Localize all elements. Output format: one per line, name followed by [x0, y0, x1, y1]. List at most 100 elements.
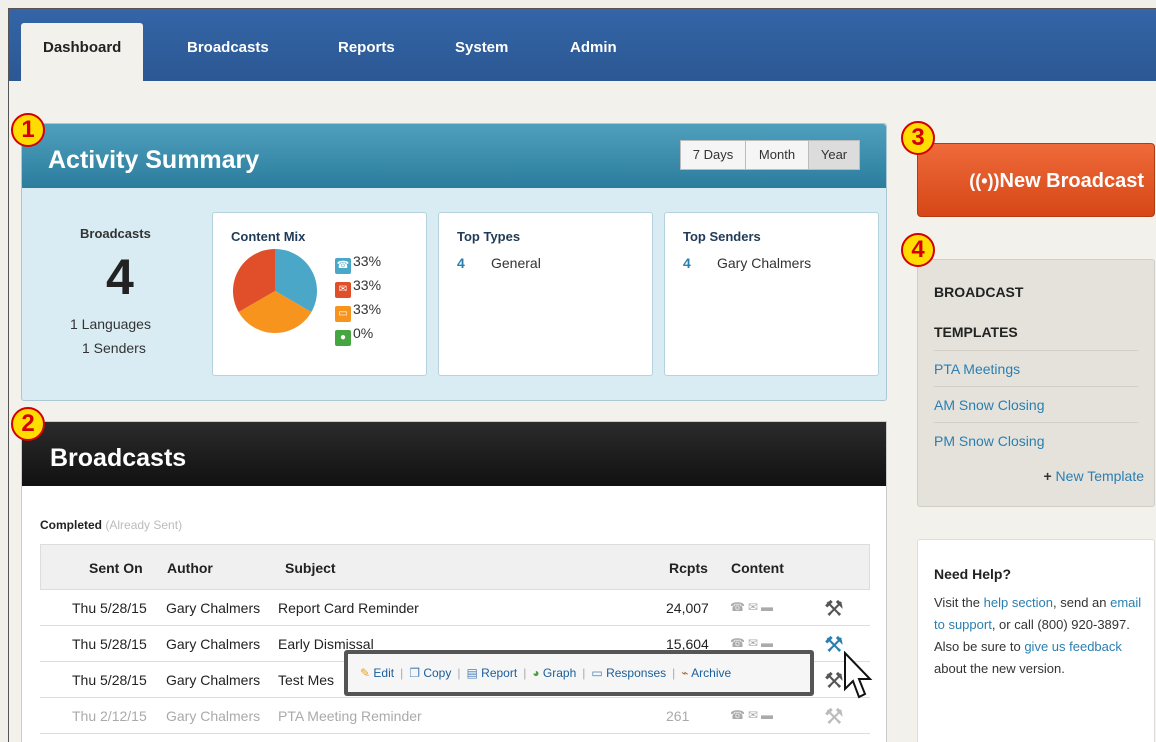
graph-action[interactable]: ◕ Graph: [532, 666, 576, 680]
row-actions-inner: ✎ Edit | ❐ Copy | ▤ Report | ◕ Graph | ▭ Res…: [348, 654, 810, 692]
content-icons: ☎✉▬: [730, 708, 777, 722]
help-text: Visit the help section, send an email to…: [934, 595, 1142, 676]
copy-icon: ❐: [409, 666, 420, 680]
report-icon: ▤: [466, 666, 478, 680]
content-mix-pie: [233, 249, 317, 333]
broadcasts-title: Broadcasts: [50, 444, 187, 472]
tab-broadcasts[interactable]: Broadcasts: [187, 39, 269, 56]
broadcasts-stat-label: Broadcasts: [80, 226, 151, 241]
top-senders-card: Top Senders 4 Gary Chalmers: [664, 212, 879, 376]
plus-icon: +: [1043, 468, 1052, 484]
new-broadcast-button[interactable]: ((•))New Broadcast: [917, 143, 1155, 217]
table-row[interactable]: Thu 5/28/15 Gary Chalmers Report Card Re…: [40, 590, 870, 626]
legend-sms: ▭ 33%: [335, 301, 381, 322]
tab-system[interactable]: System: [455, 39, 508, 56]
col-author[interactable]: Author: [167, 560, 213, 576]
languages-count: 1 Languages: [70, 316, 151, 332]
tab-dashboard[interactable]: Dashboard: [21, 23, 144, 81]
broadcasts-count: 4: [106, 249, 134, 305]
help-title: Need Help?: [934, 566, 1012, 582]
template-link[interactable]: PM Snow Closing: [934, 422, 1138, 458]
feedback-link[interactable]: give us feedback: [1024, 639, 1122, 654]
legend-email: ✉ 33%: [335, 277, 381, 298]
templates-heading-line1: BROADCAST: [934, 284, 1024, 300]
new-template-link[interactable]: + New Template: [1043, 468, 1144, 484]
tab-admin[interactable]: Admin: [570, 39, 617, 56]
cell-subject: PTA Meeting Reminder: [278, 708, 422, 724]
broadcast-signal-icon: ((•)): [969, 171, 1000, 191]
marker-1: 1: [11, 113, 45, 147]
content-icons: ☎✉▬: [730, 600, 777, 614]
top-senders-count: 4: [683, 255, 691, 271]
period-month-button[interactable]: Month: [745, 140, 809, 170]
wrench-icon[interactable]: ⚒: [824, 668, 844, 694]
help-section-link[interactable]: help section: [984, 595, 1053, 610]
speech-bubble-icon: ▭: [591, 666, 603, 680]
graph-icon: ◕: [532, 666, 540, 680]
cell-author: Gary Chalmers: [166, 672, 261, 688]
cell-subject: Test Mes: [278, 672, 335, 688]
cell-sent: Thu 2/12/15: [72, 708, 147, 724]
user-icon: ●: [335, 330, 351, 346]
content-mix-card: Content Mix ☎ 33% ✉ 33% ▭ 33% ● 0%: [212, 212, 427, 376]
cell-author: Gary Chalmers: [166, 708, 261, 724]
col-rcpts[interactable]: Rcpts: [669, 560, 708, 576]
broadcasts-table: Sent On Author Subject Rcpts Content Thu…: [40, 544, 870, 734]
period-7days-button[interactable]: 7 Days: [680, 140, 746, 170]
cell-sent: Thu 5/28/15: [72, 636, 147, 652]
wrench-icon[interactable]: ⚒: [824, 596, 844, 622]
wrench-icon[interactable]: ⚒: [824, 704, 844, 730]
marker-3: 3: [901, 121, 935, 155]
report-action[interactable]: ▤ Report: [466, 666, 517, 680]
table-header: Sent On Author Subject Rcpts Content: [40, 544, 870, 590]
activity-summary-panel: Activity Summary 7 Days Month Year Broad…: [21, 123, 887, 401]
top-senders-name: Gary Chalmers: [717, 255, 812, 271]
col-content[interactable]: Content: [731, 560, 784, 576]
legend-phone: ☎ 33%: [335, 253, 381, 274]
top-nav: Dashboard Broadcasts Reports System Admi…: [9, 9, 1156, 81]
content-icons: ☎✉▬: [730, 636, 777, 650]
archive-action[interactable]: ⌁ Archive: [681, 666, 731, 680]
cell-sent: Thu 5/28/15: [72, 600, 147, 616]
template-link[interactable]: AM Snow Closing: [934, 386, 1138, 422]
marker-2: 2: [11, 407, 45, 441]
email-icon: ✉: [335, 282, 351, 298]
sms-icon: ▭: [335, 306, 351, 322]
copy-action[interactable]: ❐ Copy: [409, 666, 451, 680]
edit-action[interactable]: ✎ Edit: [360, 666, 394, 680]
completed-label: Completed (Already Sent): [40, 518, 183, 532]
cell-author: Gary Chalmers: [166, 636, 261, 652]
col-sent-on[interactable]: Sent On: [89, 560, 143, 576]
tab-reports[interactable]: Reports: [338, 39, 395, 56]
mouse-cursor-icon: [844, 651, 873, 699]
cell-author: Gary Chalmers: [166, 600, 261, 616]
top-types-card: Top Types 4 General: [438, 212, 653, 376]
legend-user: ● 0%: [335, 325, 373, 346]
cell-rcpts: 261: [666, 708, 690, 724]
content-mix-title: Content Mix: [231, 229, 306, 244]
cell-subject: Report Card Reminder: [278, 600, 419, 616]
broom-icon: ⌁: [681, 666, 689, 680]
broadcast-templates-panel: BROADCAST TEMPLATES PTA Meetings AM Snow…: [917, 259, 1155, 507]
top-types-count: 4: [457, 255, 465, 271]
template-link[interactable]: PTA Meetings: [934, 350, 1138, 386]
cell-sent: Thu 5/28/15: [72, 672, 147, 688]
app-frame: Dashboard Broadcasts Reports System Admi…: [8, 8, 1156, 742]
col-subject[interactable]: Subject: [285, 560, 336, 576]
responses-action[interactable]: ▭ Responses: [591, 666, 666, 680]
templates-heading-line2: TEMPLATES: [934, 324, 1018, 340]
top-senders-title: Top Senders: [683, 229, 761, 244]
period-year-button[interactable]: Year: [808, 140, 860, 170]
top-types-name: General: [491, 255, 541, 271]
pencil-icon: ✎: [360, 666, 371, 680]
marker-4: 4: [901, 233, 935, 267]
table-row[interactable]: Thu 2/12/15 Gary Chalmers PTA Meeting Re…: [40, 698, 870, 734]
senders-count: 1 Senders: [82, 340, 146, 356]
activity-title: Activity Summary: [48, 146, 260, 174]
cell-rcpts: 24,007: [666, 600, 709, 616]
wrench-icon[interactable]: ⚒: [824, 632, 844, 658]
need-help-panel: Need Help? Visit the help section, send …: [917, 539, 1155, 742]
row-actions-menu: ✎ Edit | ❐ Copy | ▤ Report | ◕ Graph | ▭ Res…: [344, 650, 814, 696]
top-types-title: Top Types: [457, 229, 521, 244]
phone-icon: ☎: [335, 258, 351, 274]
